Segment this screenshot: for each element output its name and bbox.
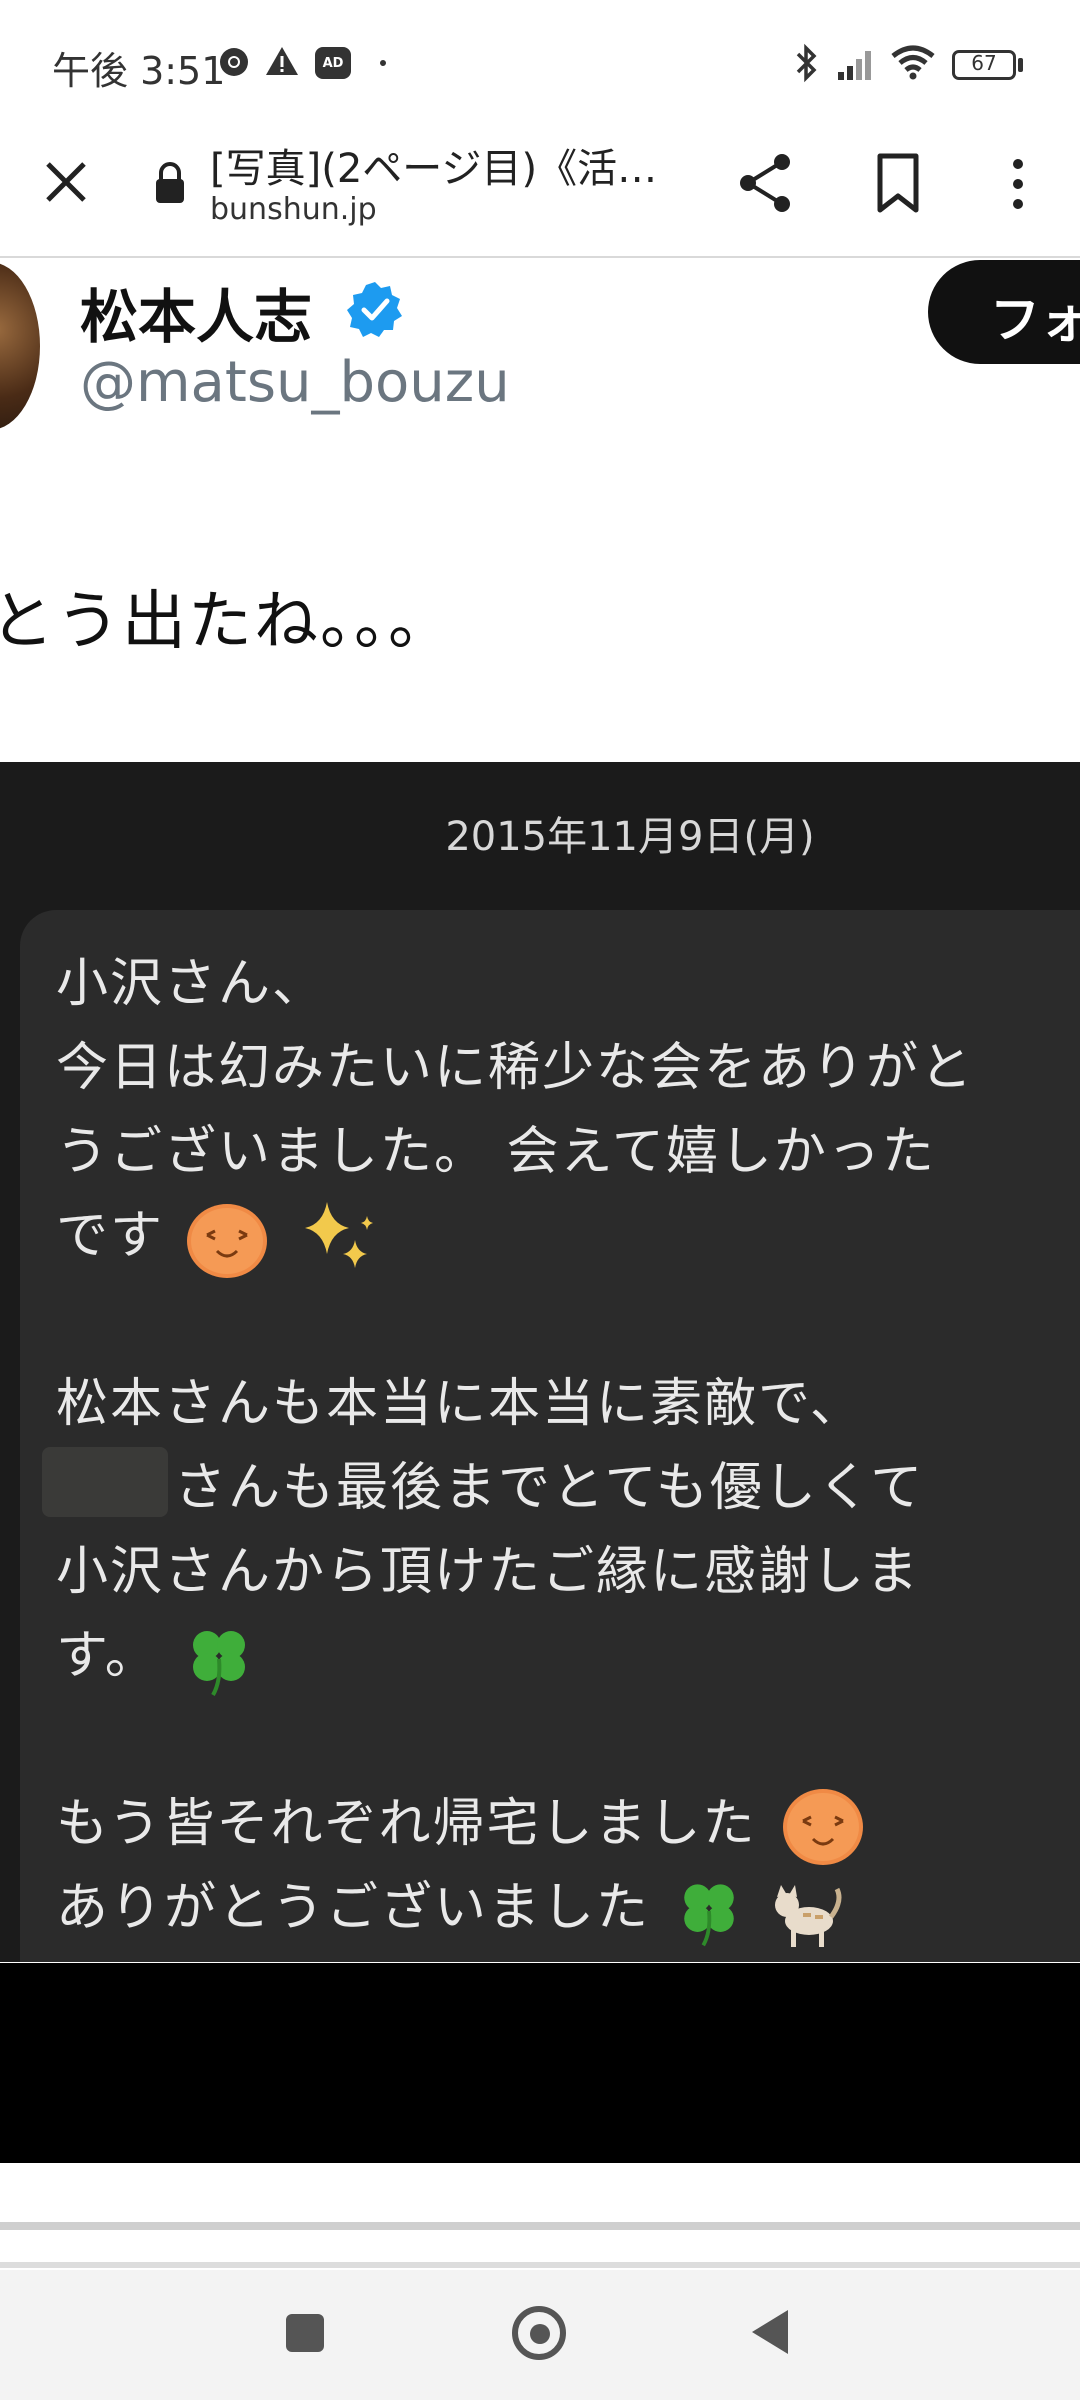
chat-line-redacted: さんも最後までとても優しくて (42, 1446, 1080, 1530)
image-bottom-band (0, 1963, 1080, 2163)
chat-line: 今日は幻みたいに稀少な会をありがと (56, 1038, 975, 1098)
chat-line-emoji: です (56, 1194, 1080, 1278)
page-title[interactable]: [写真](2ページ目)《活… (210, 136, 690, 194)
chat-line: 小沢さん、 (56, 954, 327, 1014)
status-time: 午後 3:51 (52, 49, 226, 93)
status-bar: 午後 3:51 AD 67 (0, 0, 1080, 130)
wifi-icon (891, 45, 935, 80)
bluetooth-icon (796, 43, 817, 83)
battery-icon: 67 (952, 50, 1016, 80)
page-spacer (0, 2163, 1080, 2223)
divider (0, 2222, 1080, 2230)
chat-date: 2015年11月9日(月) (445, 814, 815, 860)
chrome-icon (220, 48, 248, 76)
home-button[interactable] (512, 2306, 566, 2360)
author-handle: @matsu_bouzu (80, 350, 510, 415)
chat-line: さんも最後までとても優しくて (174, 1458, 925, 1518)
sparkles-icon (305, 1202, 374, 1268)
chat-line-emoji: もう皆それぞれ帰宅しました (56, 1782, 1080, 1866)
four-leaf-clover-icon (193, 1631, 246, 1696)
close-icon[interactable] (36, 152, 96, 212)
verified-badge-icon (347, 282, 402, 337)
follow-button: フォ (928, 260, 1080, 364)
cat-icon (775, 1885, 842, 1947)
chat-line: うございました。 会えて嬉しかった (56, 1122, 936, 1182)
chat-line-emoji: ありがとうございました (56, 1866, 1080, 1950)
chat-line: ありがとうございました (56, 1878, 651, 1938)
chat-screenshot: 2015年11月9日(月) 小沢さん、 今日は幻みたいに稀少な会をありがと うご… (0, 762, 1080, 1962)
chat-line (56, 1698, 1080, 1782)
smiling-face-icon (782, 1789, 863, 1865)
divider (0, 2262, 1080, 2268)
more-options-icon[interactable] (1000, 154, 1036, 214)
ad-blocker-icon: AD (315, 47, 351, 79)
warning-icon (266, 47, 298, 75)
signal-icon (838, 51, 871, 80)
battery-tip (1018, 58, 1023, 72)
home-dot (530, 2324, 550, 2344)
url-text[interactable]: bunshun.jp (210, 192, 377, 227)
battery-level: 67 (971, 51, 997, 75)
share-icon[interactable] (736, 150, 796, 216)
chat-line: です (56, 1206, 165, 1266)
svg-text:AD: AD (323, 56, 344, 71)
author-name: 松本人志 (80, 283, 313, 351)
tweet-text: とう出たね。。。 (0, 585, 454, 659)
browser-toolbar: [写真](2ページ目)《活… bunshun.jp (0, 130, 1080, 258)
four-leaf-clover-icon (683, 1884, 734, 1947)
chat-line: もう皆それぞれ帰宅しました (56, 1794, 757, 1854)
bookmark-icon[interactable] (872, 150, 924, 216)
chat-line: 松本さんも本当に本当に素敵で、 (56, 1374, 864, 1434)
avatar (0, 262, 40, 430)
chat-line: 小沢さんから頂けたご縁に感謝しま (56, 1542, 921, 1602)
chat-message: 小沢さん、 今日は幻みたいに稀少な会をありがと うございました。 会えて嬉しかっ… (42, 942, 1080, 1950)
dot-icon (380, 60, 386, 66)
chat-line (56, 1278, 1080, 1362)
back-button[interactable] (752, 2310, 788, 2354)
lock-icon (156, 162, 184, 203)
recent-apps-button[interactable] (286, 2314, 324, 2352)
redacted-name (42, 1447, 168, 1517)
chat-line-emoji: す。 (56, 1614, 1080, 1698)
chat-line: す。 (56, 1626, 159, 1686)
article-image: 松本人志 @matsu_bouzu フォ とう出たね。。。 2015年11月9日… (0, 260, 1080, 1965)
smiling-face-icon (186, 1204, 267, 1278)
navigation-bar (0, 2270, 1080, 2400)
